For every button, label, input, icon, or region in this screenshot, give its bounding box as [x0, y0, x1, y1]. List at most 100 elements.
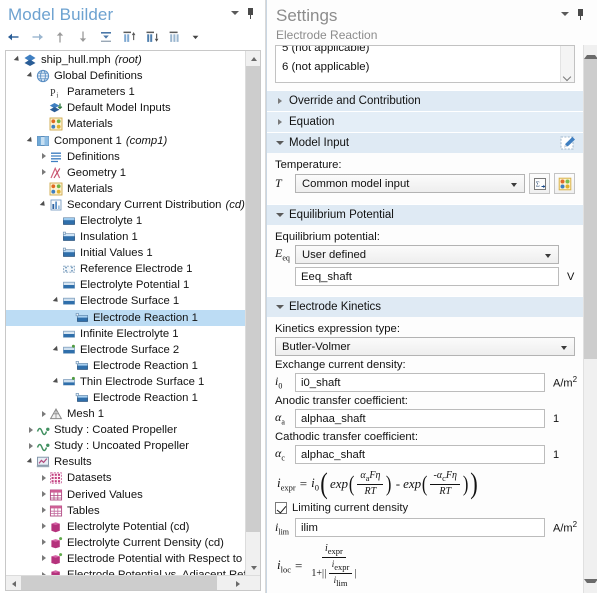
section-override-and-contribution[interactable]: Override and Contribution — [267, 90, 583, 111]
anodic-transfer-coefficient-input[interactable]: alphaa_shaft — [295, 409, 545, 428]
expander-closed-icon[interactable] — [38, 470, 49, 486]
scroll-up-icon[interactable] — [246, 51, 260, 66]
exchange-current-density-input[interactable]: i0_shaft — [295, 373, 545, 392]
expander-closed-icon[interactable] — [38, 551, 49, 567]
tree-item[interactable]: Electrode Potential vs. Adjacent Referen… — [6, 567, 260, 575]
tree-item[interactable]: Default Model Inputs — [6, 100, 260, 116]
section-electrode-kinetics[interactable]: Electrode Kinetics — [267, 296, 583, 317]
tree-item[interactable]: Electrode Surface 1 — [6, 293, 260, 309]
move-down-button[interactable] — [76, 30, 90, 44]
tree-item[interactable]: Materials — [6, 181, 260, 197]
tree-item[interactable]: Pi Parameters 1 — [6, 84, 260, 100]
show-menu-dropdown[interactable] — [191, 30, 200, 44]
tree-item[interactable]: Derived Values — [6, 487, 260, 503]
expander-closed-icon[interactable] — [38, 487, 49, 503]
scroll-down-icon[interactable] — [584, 579, 597, 593]
expander-open-icon[interactable] — [12, 52, 23, 68]
model-tree-vertical-scrollbar[interactable] — [245, 51, 260, 575]
move-up-button[interactable] — [53, 30, 67, 44]
scroll-up-icon[interactable] — [584, 45, 597, 59]
limiting-current-density-checkbox[interactable] — [275, 502, 287, 515]
tree-item[interactable]: Results — [6, 454, 260, 470]
chevron-down-icon[interactable] — [273, 207, 287, 223]
expander-closed-icon[interactable] — [38, 149, 49, 165]
collapse-menu-icon[interactable] — [231, 11, 239, 15]
tree-item[interactable]: Electrolyte Potential (cd) — [6, 519, 260, 535]
tree-item[interactable]: Mesh 1 — [6, 406, 260, 422]
expander-closed-icon[interactable] — [38, 535, 49, 551]
tree-item[interactable]: Electrolyte Current Density (cd) — [6, 535, 260, 551]
settings-vertical-scrollbar[interactable] — [583, 45, 597, 593]
expander-closed-icon[interactable] — [38, 165, 49, 181]
equilibrium-potential-select[interactable]: User defined — [295, 245, 559, 264]
chevron-right-icon[interactable] — [273, 93, 287, 109]
expander-closed-icon[interactable] — [38, 567, 49, 575]
expander-open-icon[interactable] — [25, 133, 36, 149]
equilibrium-potential-input[interactable]: Eeq_shaft — [295, 267, 559, 286]
chevron-down-icon[interactable] — [273, 299, 287, 315]
tree-item[interactable]: Electrode Potential with Respect to Grou… — [6, 551, 260, 567]
chevron-down-icon[interactable] — [273, 135, 287, 151]
show-button[interactable] — [168, 30, 182, 44]
model-input-button[interactable]: Σ — [529, 173, 550, 194]
tree-item[interactable]: Geometry 1 — [6, 165, 260, 181]
tree-item[interactable]: Tables — [6, 503, 260, 519]
tree-item[interactable]: Global Definitions — [6, 68, 260, 84]
chevron-right-icon[interactable] — [273, 114, 287, 130]
kinetics-type-select[interactable]: Butler-Volmer — [275, 337, 575, 356]
tree-item[interactable]: Component 1 (comp1) — [6, 132, 260, 148]
hscrollbar-thumb[interactable] — [21, 576, 217, 590]
expander-closed-icon[interactable] — [38, 406, 49, 422]
expander-closed-icon[interactable] — [25, 422, 36, 438]
list-item[interactable]: 6 (not applicable) — [276, 58, 574, 77]
model-tree-horizontal-scrollbar[interactable] — [6, 575, 260, 590]
tree-item[interactable]: Electrode Reaction 1 — [6, 390, 260, 406]
cathodic-transfer-coefficient-input[interactable]: alphac_shaft — [295, 445, 545, 464]
scrollbar-thumb[interactable] — [584, 59, 597, 359]
expander-open-icon[interactable] — [51, 374, 62, 390]
tree-item[interactable]: Electrolyte Potential 1 — [6, 277, 260, 293]
tree-item[interactable]: Electrolyte 1 — [6, 213, 260, 229]
expander-open-icon[interactable] — [51, 293, 62, 309]
tree-item[interactable]: Datasets — [6, 470, 260, 486]
materials-button[interactable] — [554, 173, 575, 194]
forward-button[interactable] — [30, 30, 44, 44]
expander-open-icon[interactable] — [51, 342, 62, 358]
boundary-selection-list[interactable]: 5 (not applicable) 6 (not applicable) — [275, 45, 575, 83]
temperature-select[interactable]: Common model input — [295, 174, 525, 193]
back-button[interactable] — [7, 30, 21, 44]
tree-item[interactable]: Thin Electrode Surface 1 — [6, 374, 260, 390]
expander-closed-icon[interactable] — [38, 519, 49, 535]
section-model-input[interactable]: Model Input — [267, 132, 583, 153]
tree-item[interactable]: Reference Electrode 1 — [6, 261, 260, 277]
list-scrollbar[interactable] — [560, 46, 574, 82]
scroll-left-icon[interactable] — [6, 576, 21, 590]
tree-item[interactable]: Study : Coated Propeller — [6, 422, 260, 438]
tree-item[interactable]: Secondary Current Distribution (cd) — [6, 197, 260, 213]
tree-item[interactable]: Electrode Reaction 1 — [6, 309, 260, 326]
scroll-down-icon[interactable] — [246, 560, 260, 575]
collapse-all-button[interactable] — [99, 30, 113, 44]
chevron-down-icon[interactable] — [564, 74, 571, 78]
tree-item[interactable]: Insulation 1 — [6, 229, 260, 245]
expand-selected-button[interactable] — [122, 30, 136, 44]
expander-closed-icon[interactable] — [25, 438, 36, 454]
tree-item[interactable]: Electrode Reaction 1 — [6, 358, 260, 374]
tree-item[interactable]: Materials — [6, 116, 260, 132]
expander-open-icon[interactable] — [38, 197, 49, 213]
section-equilibrium-potential[interactable]: Equilibrium Potential — [267, 204, 583, 225]
tree-item[interactable]: Definitions — [6, 149, 260, 165]
limiting-current-density-checkbox-row[interactable]: Limiting current density — [275, 502, 575, 515]
expander-open-icon[interactable] — [25, 68, 36, 84]
expander-open-icon[interactable] — [25, 454, 36, 470]
expand-all-button[interactable] — [145, 30, 159, 44]
pin-icon[interactable] — [246, 7, 255, 19]
tree-item[interactable]: Study : Uncoated Propeller — [6, 438, 260, 454]
limiting-current-density-input[interactable]: ilim — [295, 518, 545, 538]
collapse-menu-icon[interactable] — [561, 12, 569, 16]
tree-item[interactable]: Electrode Surface 2 — [6, 342, 260, 358]
model-tree[interactable]: ship_hull.mph (root) Global Definitions Pi P… — [6, 51, 260, 575]
tree-item[interactable]: Infinite Electrolyte 1 — [6, 326, 260, 342]
list-item[interactable]: 5 (not applicable) — [276, 46, 574, 58]
pin-icon[interactable] — [576, 8, 585, 20]
